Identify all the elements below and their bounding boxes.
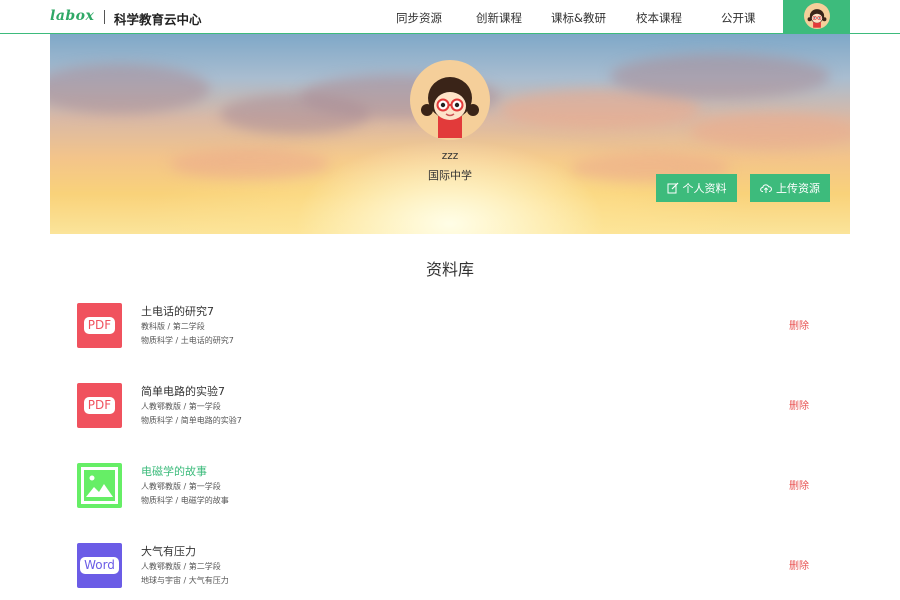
nav-curriculum-research[interactable]: 课标&教研 <box>551 10 606 26</box>
cloud-decoration <box>610 54 830 99</box>
site-title: 科学教育云中心 <box>114 12 202 27</box>
nav-open-courses[interactable]: 公开课 <box>721 10 756 26</box>
delete-button[interactable]: 删除 <box>789 397 809 412</box>
file-type-label: PDF <box>83 317 116 334</box>
nav-school-courses[interactable]: 校本课程 <box>636 10 682 26</box>
profile-username: zzz <box>441 150 459 162</box>
user-avatar-button[interactable] <box>783 0 850 33</box>
cloud-decoration <box>170 149 330 179</box>
image-file-icon[interactable] <box>77 463 122 508</box>
file-type-label: PDF <box>83 397 116 414</box>
profile-info-button[interactable]: 个人资料 <box>656 174 737 202</box>
library-title: 资料库 <box>425 260 474 279</box>
edit-icon <box>667 182 678 194</box>
item-title[interactable]: 电磁学的故事 <box>141 463 207 479</box>
item-title[interactable]: 土电话的研究7 <box>141 303 214 319</box>
item-category: 地球与宇宙 / 大气有压力 <box>141 576 229 585</box>
item-edition: 人教鄂教版 / 第一学段 <box>141 482 221 491</box>
pdf-file-icon[interactable]: PDF <box>77 383 122 428</box>
item-edition: 人教鄂教版 / 第一学段 <box>141 402 221 411</box>
cloud-upload-icon <box>760 184 772 193</box>
delete-button[interactable]: 删除 <box>789 477 809 492</box>
profile-school: 国际中学 <box>428 169 472 182</box>
profile-info-label: 个人资料 <box>682 182 727 195</box>
cloud-decoration <box>690 114 850 149</box>
nav-sync-resources[interactable]: 同步资源 <box>396 10 442 26</box>
item-title[interactable]: 简单电路的实验7 <box>141 383 225 399</box>
item-category: 物质科学 / 电磁学的故事 <box>141 496 229 505</box>
item-edition: 教科版 / 第二学段 <box>141 322 205 331</box>
profile-avatar-icon <box>410 60 490 140</box>
library-item: PDF 土电话的研究7 教科版 / 第二学段 物质科学 / 土电话的研究7 删除 <box>77 303 837 351</box>
delete-button[interactable]: 删除 <box>789 317 809 332</box>
library-item: Word 大气有压力 人教鄂教版 / 第二学段 地球与宇宙 / 大气有压力 删除 <box>77 543 837 591</box>
item-edition: 人教鄂教版 / 第二学段 <box>141 562 221 571</box>
upload-resource-button[interactable]: 上传资源 <box>750 174 830 202</box>
nav-innovation-courses[interactable]: 创新课程 <box>476 10 522 26</box>
library-item: 电磁学的故事 人教鄂教版 / 第一学段 物质科学 / 电磁学的故事 删除 <box>77 463 837 511</box>
item-category: 物质科学 / 简单电路的实验7 <box>141 416 242 425</box>
word-file-icon[interactable]: Word <box>77 543 122 588</box>
picture-icon <box>81 467 118 504</box>
logo-divider <box>104 10 105 24</box>
item-title[interactable]: 大气有压力 <box>141 543 196 559</box>
library-item: PDF 简单电路的实验7 人教鄂教版 / 第一学段 物质科学 / 简单电路的实验… <box>77 383 837 431</box>
upload-resource-label: 上传资源 <box>776 182 820 195</box>
file-type-label: Word <box>80 557 119 574</box>
cloud-decoration <box>50 64 210 114</box>
avatar-icon <box>804 3 830 29</box>
pdf-file-icon[interactable]: PDF <box>77 303 122 348</box>
delete-button[interactable]: 删除 <box>789 557 809 572</box>
profile-banner: zzz 国际中学 个人资料 上传资源 <box>50 34 850 234</box>
item-category: 物质科学 / 土电话的研究7 <box>141 336 234 345</box>
top-header: labox 科学教育云中心 同步资源 创新课程 课标&教研 校本课程 公开课 <box>0 0 900 34</box>
site-logo[interactable]: labox <box>50 8 94 24</box>
